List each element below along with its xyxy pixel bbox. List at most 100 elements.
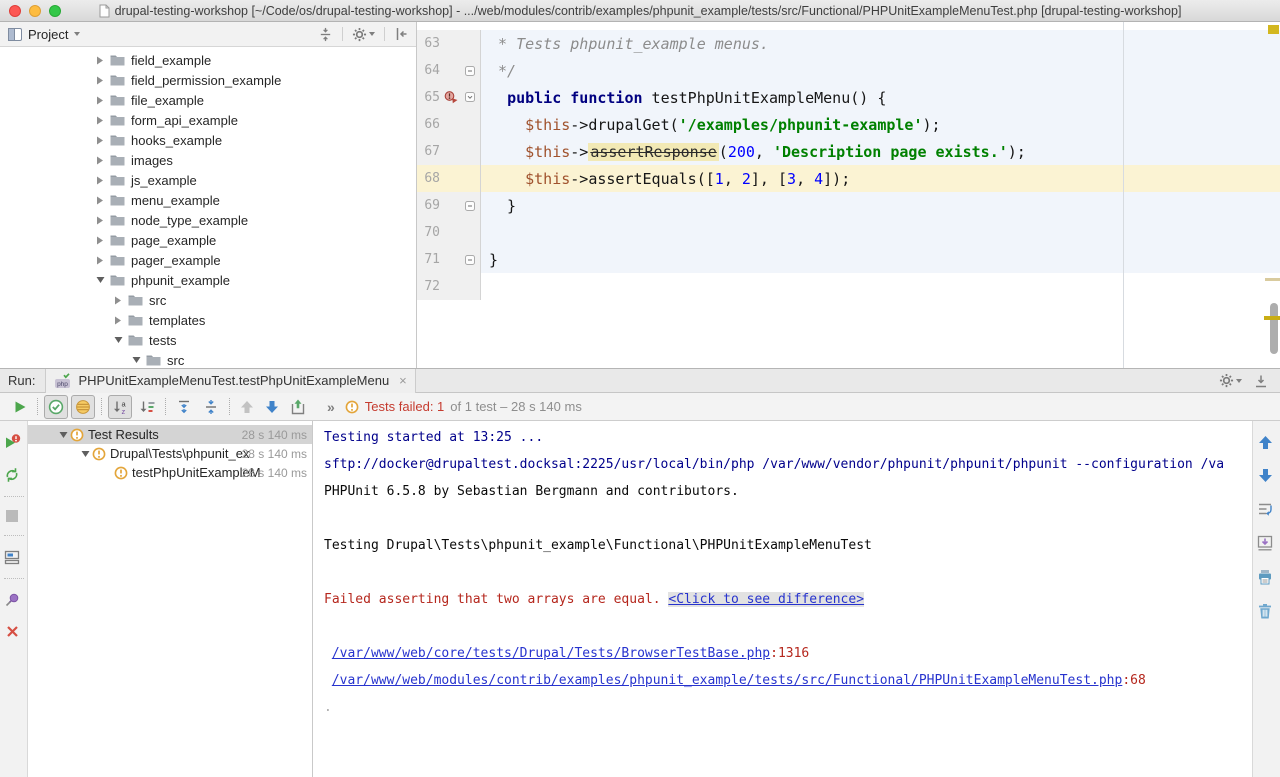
up-the-stack-trace-button[interactable] bbox=[1254, 431, 1277, 454]
chevron-expanded-icon[interactable] bbox=[78, 450, 92, 458]
chevron-collapsed-icon[interactable] bbox=[111, 316, 125, 325]
chevron-collapsed-icon[interactable] bbox=[93, 156, 107, 165]
restore-layout-button[interactable] bbox=[0, 545, 24, 569]
stacktrace-link-menutest[interactable]: /var/www/web/modules/contrib/examples/ph… bbox=[332, 673, 1123, 688]
see-difference-link[interactable]: <Click to see difference> bbox=[668, 592, 864, 607]
project-tree-item-tests[interactable]: tests bbox=[0, 330, 416, 350]
clear-all-button[interactable] bbox=[1254, 599, 1276, 623]
editor-line-63[interactable]: 63 * Tests phpunit_example menus. bbox=[417, 30, 1280, 57]
project-tree-item-src[interactable]: src bbox=[0, 290, 416, 310]
settings-gear-icon[interactable] bbox=[352, 27, 367, 42]
minimize-window-button[interactable] bbox=[29, 5, 41, 17]
sort-by-duration-toggle[interactable] bbox=[135, 395, 159, 419]
chevron-collapsed-icon[interactable] bbox=[93, 256, 107, 265]
fold-marker-icon[interactable] bbox=[462, 255, 477, 265]
chevron-collapsed-icon[interactable] bbox=[93, 136, 107, 145]
code-text[interactable] bbox=[481, 273, 1280, 300]
soft-wrap-toggle[interactable] bbox=[1253, 497, 1277, 521]
editor-line-72[interactable]: 72 bbox=[417, 273, 1280, 300]
editor-line-68[interactable]: 68 $this->assertEquals([1, 2], [3, 4]); bbox=[417, 165, 1280, 192]
collapse-all-button[interactable] bbox=[199, 395, 223, 419]
chevron-collapsed-icon[interactable] bbox=[93, 76, 107, 85]
editor-line-71[interactable]: 71} bbox=[417, 246, 1280, 273]
project-tree-item-images[interactable]: images bbox=[0, 150, 416, 170]
failed-test-marker-icon[interactable] bbox=[440, 91, 462, 104]
code-text[interactable]: } bbox=[481, 246, 1280, 273]
editor-scrollbar-thumb[interactable] bbox=[1270, 303, 1278, 354]
hide-panel-icon[interactable] bbox=[394, 27, 408, 41]
pin-tab-button[interactable] bbox=[0, 588, 24, 612]
rerun-failed-tests-button[interactable] bbox=[0, 430, 25, 454]
project-tree-item-node_type_example[interactable]: node_type_example bbox=[0, 210, 416, 230]
chevron-collapsed-icon[interactable] bbox=[111, 296, 125, 305]
project-tree-item-page_example[interactable]: page_example bbox=[0, 230, 416, 250]
stacktrace-link-browsertestbase[interactable]: /var/www/web/core/tests/Drupal/Tests/Bro… bbox=[332, 646, 770, 661]
project-tree-item-field_example[interactable]: field_example bbox=[0, 50, 416, 70]
chevron-collapsed-icon[interactable] bbox=[93, 176, 107, 185]
project-tree-item-field_permission_example[interactable]: field_permission_example bbox=[0, 70, 416, 90]
editor-line-65[interactable]: 65 public function testPhpUnitExampleMen… bbox=[417, 84, 1280, 111]
editor-line-70[interactable]: 70 bbox=[417, 219, 1280, 246]
chevron-expanded-icon[interactable] bbox=[93, 276, 107, 284]
expand-all-button[interactable] bbox=[172, 395, 196, 419]
project-tree-item-hooks_example[interactable]: hooks_example bbox=[0, 130, 416, 150]
fold-marker-icon[interactable] bbox=[462, 201, 477, 211]
error-stripe-warning-mark[interactable] bbox=[1264, 316, 1280, 320]
code-text[interactable]: $this->assertResponse(200, 'Description … bbox=[481, 138, 1280, 165]
chevron-collapsed-icon[interactable] bbox=[93, 96, 107, 105]
rerun-button[interactable] bbox=[9, 396, 31, 418]
error-stripe-warning-mark[interactable] bbox=[1265, 278, 1280, 281]
show-ignored-toggle[interactable] bbox=[71, 395, 95, 419]
code-text[interactable] bbox=[481, 219, 1280, 246]
project-tree-item-pager_example[interactable]: pager_example bbox=[0, 250, 416, 270]
run-configuration-tab[interactable]: php PHPUnitExampleMenuTest.testPhpUnitEx… bbox=[45, 369, 415, 393]
project-tree-item-phpunit_example[interactable]: phpunit_example bbox=[0, 270, 416, 290]
project-tree-item-src[interactable]: src bbox=[0, 350, 416, 368]
chevron-collapsed-icon[interactable] bbox=[93, 56, 107, 65]
code-text[interactable]: * Tests phpunit_example menus. bbox=[481, 30, 1280, 57]
code-text[interactable]: } bbox=[481, 192, 1280, 219]
editor-line-69[interactable]: 69 } bbox=[417, 192, 1280, 219]
show-passed-toggle[interactable] bbox=[44, 395, 68, 419]
settings-gear-button[interactable] bbox=[352, 27, 375, 42]
down-the-stack-trace-button[interactable] bbox=[1254, 464, 1277, 487]
fold-marker-icon[interactable] bbox=[462, 66, 477, 76]
chevron-collapsed-icon[interactable] bbox=[93, 116, 107, 125]
stop-button[interactable] bbox=[2, 506, 22, 526]
close-window-button[interactable] bbox=[9, 5, 21, 17]
editor-line-64[interactable]: 64 */ bbox=[417, 57, 1280, 84]
code-text[interactable]: */ bbox=[481, 57, 1280, 84]
run-panel-settings-button[interactable] bbox=[1219, 373, 1242, 388]
code-text[interactable]: public function testPhpUnitExampleMenu()… bbox=[481, 84, 1280, 111]
error-stripe-status-square[interactable] bbox=[1268, 25, 1279, 34]
collapse-all-icon[interactable] bbox=[318, 27, 333, 42]
project-tree-item-templates[interactable]: templates bbox=[0, 310, 416, 330]
chevron-down-icon[interactable] bbox=[74, 32, 80, 36]
zoom-window-button[interactable] bbox=[49, 5, 61, 17]
test-result-row[interactable]: testPhpUnitExampleM28 s 140 ms bbox=[28, 463, 312, 482]
test-console-output[interactable]: Testing started at 13:25 ...sftp://docke… bbox=[313, 421, 1252, 777]
close-tab-icon[interactable]: × bbox=[399, 373, 407, 388]
project-tree-item-js_example[interactable]: js_example bbox=[0, 170, 416, 190]
fold-marker-icon[interactable] bbox=[462, 92, 477, 104]
code-editor[interactable]: 63 * Tests phpunit_example menus.64 */65… bbox=[417, 22, 1280, 368]
code-text[interactable]: $this->drupalGet('/examples/phpunit-exam… bbox=[481, 111, 1280, 138]
chevron-expanded-icon[interactable] bbox=[111, 336, 125, 344]
chevron-collapsed-icon[interactable] bbox=[93, 196, 107, 205]
project-tree-item-file_example[interactable]: file_example bbox=[0, 90, 416, 110]
toggle-auto-test-button[interactable] bbox=[0, 463, 24, 487]
chevron-expanded-icon[interactable] bbox=[56, 431, 70, 439]
next-occurrence-button[interactable] bbox=[261, 396, 283, 418]
close-panel-button[interactable] bbox=[2, 621, 23, 642]
code-text[interactable]: $this->assertEquals([1, 2], [3, 4]); bbox=[481, 165, 1280, 192]
editor-line-66[interactable]: 66 $this->drupalGet('/examples/phpunit-e… bbox=[417, 111, 1280, 138]
print-button[interactable] bbox=[1253, 565, 1277, 589]
editor-line-67[interactable]: 67 $this->assertResponse(200, 'Descripti… bbox=[417, 138, 1280, 165]
test-result-row[interactable]: Test Results28 s 140 ms bbox=[28, 425, 312, 444]
previous-occurrence-button[interactable] bbox=[236, 396, 258, 418]
project-tree-item-form_api_example[interactable]: form_api_example bbox=[0, 110, 416, 130]
export-test-results-button[interactable] bbox=[286, 395, 310, 419]
chevron-collapsed-icon[interactable] bbox=[93, 216, 107, 225]
test-result-row[interactable]: Drupal\Tests\phpunit_ex28 s 140 ms bbox=[28, 444, 312, 463]
chevron-expanded-icon[interactable] bbox=[129, 356, 143, 364]
